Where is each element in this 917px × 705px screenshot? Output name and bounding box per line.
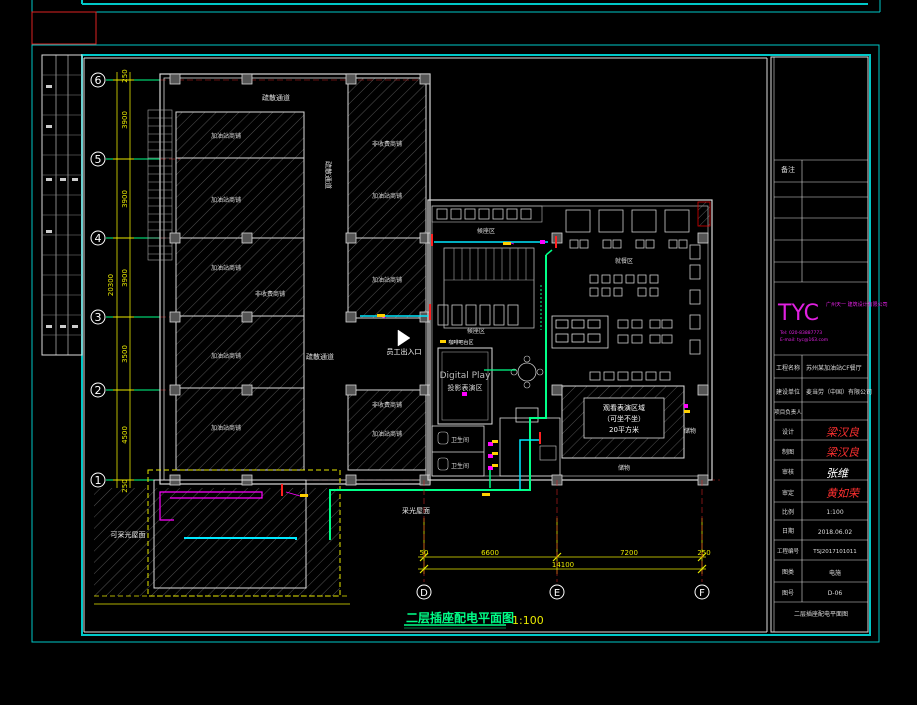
label-waiting: 候座区 xyxy=(477,227,495,235)
label-cabinet2: 储物 xyxy=(618,464,630,472)
tb-value-check: 张维 xyxy=(826,467,850,480)
label-room-i: 加油站商铺 xyxy=(211,424,241,432)
tb-value-design: 梁汉良 xyxy=(826,426,860,439)
title-block-notes-label: 备注 xyxy=(781,165,795,174)
grid-label-5: 5 xyxy=(95,153,102,166)
grid-bubble-4: 4 xyxy=(90,230,106,246)
tb-value-scale: 1:100 xyxy=(826,509,843,516)
grid-label-D: D xyxy=(420,588,428,599)
grid-label-E: E xyxy=(554,588,560,599)
label-room-b: 加油站商铺 xyxy=(211,196,241,204)
label-stage-brand: Digital Play xyxy=(440,371,491,381)
label-stage: 投影表演区 xyxy=(448,383,483,392)
grid-bubble-3: 3 xyxy=(90,309,106,325)
grid-bubble-2: 2 xyxy=(90,382,106,398)
label-room-h: 非收费商铺 xyxy=(372,401,402,409)
grid-bubble-E: E xyxy=(549,584,565,600)
label-vip-sub: （可坐不坐） xyxy=(603,414,645,423)
dim-bottom-1: 6600 xyxy=(481,549,499,557)
label-wc2: 卫生间 xyxy=(451,462,469,470)
grid-bubble-5: 5 xyxy=(90,151,106,167)
tb-value-draw: 梁汉良 xyxy=(826,446,860,459)
label-vip-area: 20平方米 xyxy=(609,425,639,434)
dim-left-total: 20300 xyxy=(107,274,115,296)
tb-value-date: 2018.06.02 xyxy=(818,529,853,536)
grid-bubble-D: D xyxy=(416,584,432,600)
dim-bottom-3: 250 xyxy=(697,549,710,557)
grid-label-1: 1 xyxy=(95,474,102,487)
grid-label-4: 4 xyxy=(95,232,102,245)
title-block xyxy=(770,56,869,633)
tb-label-number: 工程编号 xyxy=(777,547,800,555)
tb-label-sheet: 图号 xyxy=(782,590,794,597)
dim-left-2: 3900 xyxy=(121,190,129,208)
grid-label-2: 2 xyxy=(95,384,102,397)
label-corridor-top: 疏散通道 xyxy=(262,93,290,102)
tb-label-project: 工程名称 xyxy=(776,364,800,372)
grid-label-3: 3 xyxy=(95,311,102,324)
drawing-scale: 1:100 xyxy=(512,614,544,627)
tb-label-check: 审核 xyxy=(782,468,794,476)
outer-frame-top xyxy=(31,0,881,45)
tb-label-client: 建设单位 xyxy=(776,388,800,396)
company-name: 广州天一 建筑设计有限公司 xyxy=(826,301,888,308)
tb-label-leader: 项目负责人 xyxy=(774,408,802,416)
label-kitchen: 咖啡吧台区 xyxy=(448,339,473,346)
company-logo-text: TYC xyxy=(777,301,819,326)
drawing-title: 二层插座配电平面图 xyxy=(406,610,514,625)
label-dining: 就餐区 xyxy=(615,257,633,265)
dim-bottom-0: 50 xyxy=(420,549,429,557)
label-room-g: 加油站商铺 xyxy=(372,192,402,200)
grid-bubble-1: 1 xyxy=(90,472,106,488)
label-wc1: 卫生间 xyxy=(451,436,469,444)
dim-left-1: 3900 xyxy=(121,111,129,129)
grid-bubble-6: 6 xyxy=(90,72,106,88)
tb-label-draw: 制图 xyxy=(782,448,794,456)
cad-drawing-canvas: 6 5 4 3 2 1 250 3900 3900 3900 3500 4500… xyxy=(31,0,888,643)
tb-label-date: 日期 xyxy=(782,527,794,535)
tb-value-category: 电施 xyxy=(829,569,841,577)
tb-value-sheet: D-06 xyxy=(828,590,843,597)
tb-drawing-name: 二层插座配电平面图 xyxy=(794,610,848,618)
company-email: E-mail: tyc@163.com xyxy=(780,337,828,343)
tb-value-client: 麦当劳（中国）有限公司 xyxy=(806,388,872,396)
label-roof: 采光屋面 xyxy=(402,506,430,515)
grid-label-F: F xyxy=(699,588,705,599)
dim-left-0: 250 xyxy=(121,69,129,82)
label-waiting2: 候座区 xyxy=(467,327,485,335)
dim-bottom-total: 14100 xyxy=(552,561,574,569)
label-room-c: 加油站商铺 xyxy=(211,264,241,272)
label-room-a: 加油站商铺 xyxy=(211,132,241,140)
label-room-j: 加油站商铺 xyxy=(372,276,402,284)
grid-bubble-F: F xyxy=(694,584,710,600)
dim-left-3: 3900 xyxy=(121,269,129,287)
company-logo: TYC xyxy=(777,301,819,326)
tb-label-design: 设计 xyxy=(782,428,794,436)
label-room-i2: 加油站商铺 xyxy=(372,430,402,438)
label-vip-title: 观看表演区域 xyxy=(603,403,645,412)
label-staff-entry: 员工出入口 xyxy=(387,347,422,356)
label-room-f: 非收费商铺 xyxy=(372,140,402,148)
label-room-e: 加油站商铺 xyxy=(211,352,241,360)
label-corridor-mid: 疏散通道 xyxy=(306,352,334,361)
tb-label-scale: 比例 xyxy=(782,508,794,516)
dim-left-5: 4500 xyxy=(121,426,129,444)
label-room-d: 非收费商铺 xyxy=(255,290,285,298)
label-corridor-vertical: 疏散通道 xyxy=(324,161,333,189)
tb-value-project: 苏州某加油站CF餐厅 xyxy=(806,364,862,372)
revision-table xyxy=(41,54,83,356)
dim-left-4: 3500 xyxy=(121,345,129,363)
label-terrace: 可采光屋面 xyxy=(111,530,146,539)
tb-value-number: TSJ2017101011 xyxy=(812,549,856,555)
tb-label-approve: 审定 xyxy=(782,489,794,497)
grid-label-6: 6 xyxy=(95,74,102,87)
dim-bottom-2: 7200 xyxy=(620,549,638,557)
label-cabinet: 储物 xyxy=(684,427,696,435)
tb-value-approve: 黄如荣 xyxy=(826,487,861,500)
company-tel: Tel: 020-83887773 xyxy=(779,330,822,336)
tb-label-category: 图类 xyxy=(782,568,794,576)
